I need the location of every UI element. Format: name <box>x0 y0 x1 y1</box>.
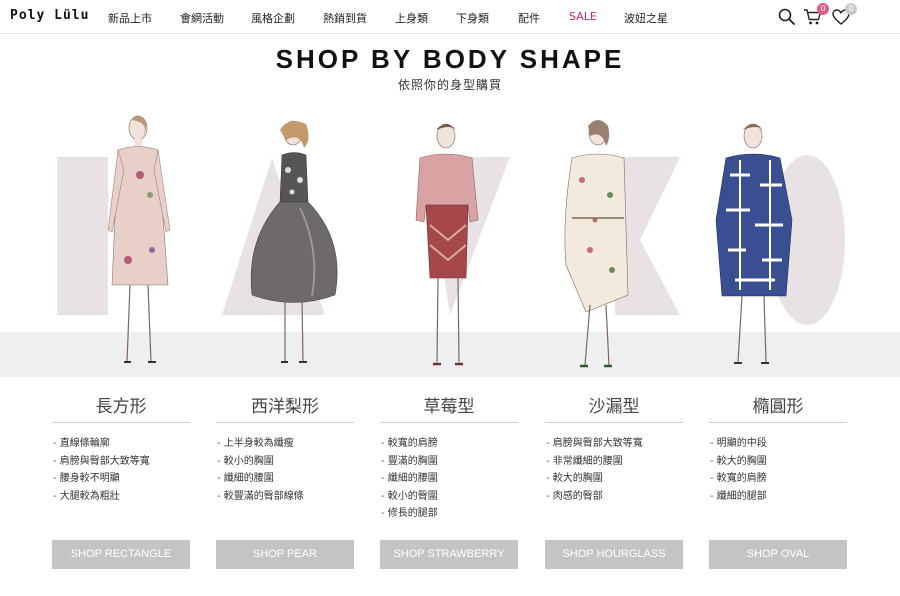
feature-item: 腰身較不明顯 <box>53 470 190 488</box>
feature-list: 較寬的肩膀 豐滿的胸圍 纖細的腰圍 較小的臀圍 修長的腿部 <box>380 435 518 523</box>
nav-item-accessories[interactable]: 配件 <box>518 10 540 26</box>
feature-item: 肩膀與臀部大致等寬 <box>546 435 683 453</box>
page-subtitle: 依照你的身型購買 <box>397 78 502 92</box>
cart-icon[interactable]: 0 <box>803 3 829 27</box>
model-figure-hourglass <box>564 120 629 368</box>
shop-oval-button[interactable]: SHOP OVAL <box>709 540 847 569</box>
model-figure-rectangle <box>107 115 171 363</box>
feature-list: 直線條輪廓 肩膀與臀部大致等寬 腰身較不明顯 大腿較為粗壯 <box>52 435 190 505</box>
nav-item-bottoms[interactable]: 下身類 <box>456 10 489 26</box>
shop-hourglass-button[interactable]: SHOP HOURGLASS <box>545 540 683 569</box>
shape-card-pear: 西洋梨形 上半身較為纖瘦 較小的胸圍 纖細的腰圍 較豐滿的臀部線條 SHOP P… <box>216 393 354 569</box>
nav-item-ponyo-star[interactable]: 波妞之星 <box>624 10 668 26</box>
feature-item: 大腿較為粗壯 <box>53 488 190 506</box>
body-shape-illustrations <box>57 115 845 368</box>
heart-icon[interactable]: 0 <box>831 3 857 27</box>
shape-card-strawberry: 草莓型 較寬的肩膀 豐滿的胸圍 纖細的腰圍 較小的臀圍 修長的腿部 SHOP S… <box>380 393 518 569</box>
feature-item: 較豐滿的臀部線條 <box>217 488 354 506</box>
feature-item: 上半身較為纖瘦 <box>217 435 354 453</box>
feature-list: 肩膀與臀部大致等寬 非常纖細的腰圍 較大的胸圍 肉感的臀部 <box>545 435 683 505</box>
feature-item: 豐滿的胸圍 <box>381 453 518 471</box>
shop-rectangle-button[interactable]: SHOP RECTANGLE <box>52 540 190 569</box>
nav-item-bestsellers[interactable]: 熱銷到貨 <box>323 10 367 26</box>
shop-pear-button[interactable]: SHOP PEAR <box>216 540 354 569</box>
feature-item: 較大的胸圍 <box>546 470 683 488</box>
feature-item: 肩膀與臀部大致等寬 <box>53 453 190 471</box>
feature-list: 明顯的中段 較大的胸圍 較寬的肩膀 纖細的腿部 <box>709 435 847 505</box>
feature-item: 較寬的肩膀 <box>381 435 518 453</box>
shape-title: 西洋梨形 <box>216 393 354 423</box>
feature-item: 纖細的腰圍 <box>381 470 518 488</box>
shape-title: 橢圓形 <box>709 393 847 423</box>
nav-item-member-events[interactable]: 會網活動 <box>180 10 224 26</box>
site-header: Poly Lülu 新品上市 會網活動 風格企劃 熱銷到貨 上身類 下身類 配件… <box>0 0 900 34</box>
feature-item: 較大的胸圍 <box>710 453 847 471</box>
feature-item: 肉感的臀部 <box>546 488 683 506</box>
feature-item: 非常纖細的腰圍 <box>546 453 683 471</box>
nav-item-sale[interactable]: SALE <box>569 10 597 23</box>
feature-item: 較小的胸圍 <box>217 453 354 471</box>
search-icon[interactable] <box>777 7 797 27</box>
shop-strawberry-button[interactable]: SHOP STRAWBERRY <box>380 540 518 569</box>
feature-item: 較寬的肩膀 <box>710 470 847 488</box>
brand-logo[interactable]: Poly Lülu <box>10 8 89 23</box>
feature-item: 纖細的腰圍 <box>217 470 354 488</box>
wishlist-count-badge: 0 <box>845 3 857 15</box>
nav-item-style-planning[interactable]: 風格企劃 <box>251 10 295 26</box>
nav-item-tops[interactable]: 上身類 <box>395 10 428 26</box>
cart-count-badge: 0 <box>817 3 829 15</box>
feature-item: 明顯的中段 <box>710 435 847 453</box>
model-figure-oval <box>715 123 793 364</box>
page-title: SHOP BY BODY SHAPE <box>275 44 625 74</box>
shape-title: 草莓型 <box>380 393 518 423</box>
shape-title: 沙漏型 <box>545 393 683 423</box>
feature-item: 修長的腿部 <box>381 505 518 523</box>
feature-item: 較小的臀圍 <box>381 488 518 506</box>
nav-item-new-arrivals[interactable]: 新品上市 <box>108 10 152 26</box>
feature-list: 上半身較為纖瘦 較小的胸圍 纖細的腰圍 較豐滿的臀部線條 <box>216 435 354 505</box>
shape-card-oval: 橢圓形 明顯的中段 較大的胸圍 較寬的肩膀 纖細的腿部 SHOP OVAL <box>709 393 847 569</box>
shape-card-rectangle: 長方形 直線條輪廓 肩膀與臀部大致等寬 腰身較不明顯 大腿較為粗壯 SHOP R… <box>52 393 190 569</box>
model-figure-pear <box>250 120 338 363</box>
feature-item: 直線條輪廓 <box>53 435 190 453</box>
shape-title: 長方形 <box>52 393 190 423</box>
feature-item: 纖細的腿部 <box>710 488 847 506</box>
shape-card-hourglass: 沙漏型 肩膀與臀部大致等寬 非常纖細的腰圍 較大的胸圍 肉感的臀部 SHOP H… <box>545 393 683 569</box>
